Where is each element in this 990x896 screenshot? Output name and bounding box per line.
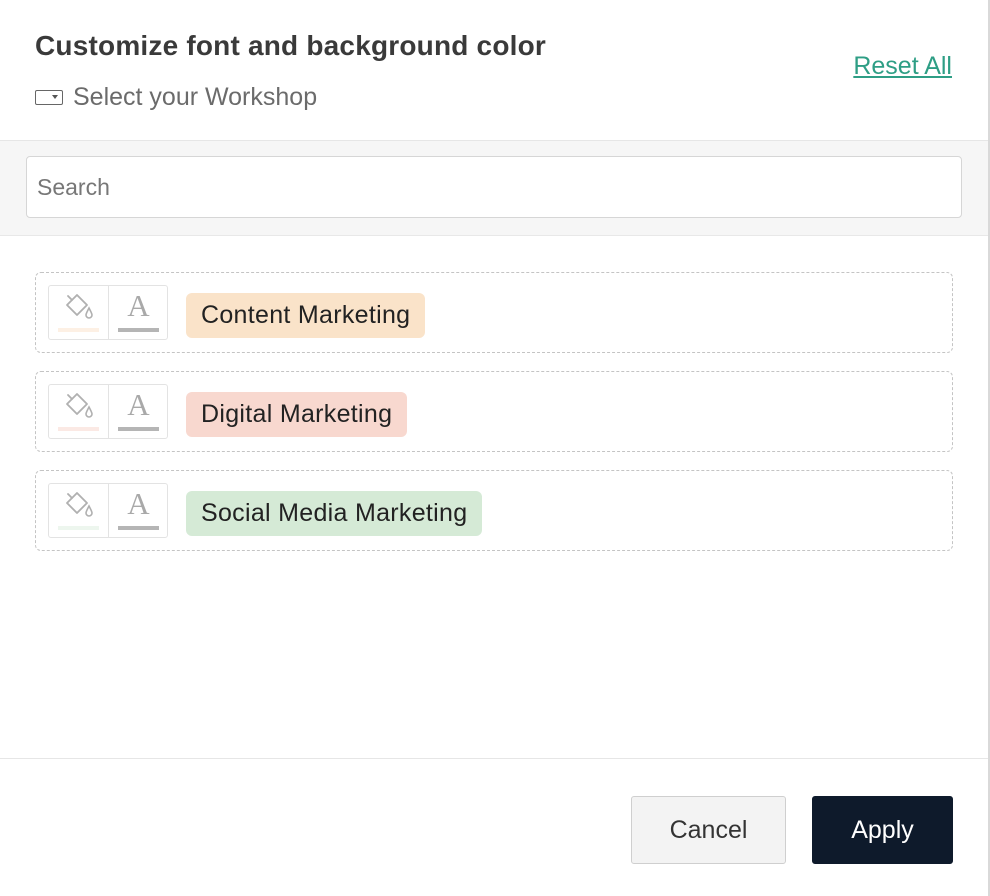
color-tools: A bbox=[48, 384, 168, 439]
dropdown-select-icon bbox=[35, 89, 63, 105]
paint-bucket-icon bbox=[66, 492, 93, 517]
background-swatch bbox=[58, 328, 99, 332]
font-swatch bbox=[117, 328, 159, 332]
font-color-button[interactable]: A bbox=[107, 385, 168, 438]
font-swatch bbox=[117, 427, 159, 431]
background-swatch bbox=[58, 526, 99, 530]
background-color-button[interactable] bbox=[49, 484, 108, 537]
dialog-header: Customize font and background color Sele… bbox=[0, 0, 988, 141]
color-tools: A bbox=[48, 285, 168, 340]
font-color-button[interactable]: A bbox=[107, 484, 168, 537]
search-bar bbox=[0, 141, 988, 236]
reset-all-link[interactable]: Reset All bbox=[853, 52, 952, 81]
color-tools: A bbox=[48, 483, 168, 538]
background-color-button[interactable] bbox=[49, 286, 108, 339]
workshop-selector[interactable]: Select your Workshop bbox=[35, 82, 317, 112]
font-color-icon: A bbox=[127, 486, 150, 521]
dialog-title: Customize font and background color bbox=[35, 30, 547, 61]
list-item: A Digital Marketing bbox=[35, 371, 953, 452]
workshop-selector-label: Select your Workshop bbox=[73, 82, 318, 111]
background-swatch bbox=[58, 427, 99, 431]
background-color-button[interactable] bbox=[49, 385, 108, 438]
paint-bucket-icon bbox=[66, 294, 93, 319]
workshop-tag: Social Media Marketing bbox=[186, 491, 483, 536]
workshop-tag: Content Marketing bbox=[186, 293, 426, 338]
font-swatch bbox=[117, 526, 159, 530]
list-item: A Content Marketing bbox=[35, 272, 953, 353]
customize-colors-dialog: Customize font and background color Sele… bbox=[0, 0, 990, 896]
font-color-icon: A bbox=[127, 288, 150, 323]
workshop-tag: Digital Marketing bbox=[186, 392, 408, 437]
font-color-button[interactable]: A bbox=[107, 286, 168, 339]
search-input[interactable] bbox=[26, 156, 962, 218]
list-item: A Social Media Marketing bbox=[35, 470, 953, 551]
workshop-list: A Content Marketing A Digital Marketing … bbox=[35, 272, 953, 569]
dialog-footer: Cancel Apply bbox=[0, 758, 988, 896]
cancel-button[interactable]: Cancel bbox=[631, 796, 786, 864]
paint-bucket-icon bbox=[66, 393, 93, 418]
apply-button[interactable]: Apply bbox=[812, 796, 953, 864]
font-color-icon: A bbox=[127, 387, 150, 422]
